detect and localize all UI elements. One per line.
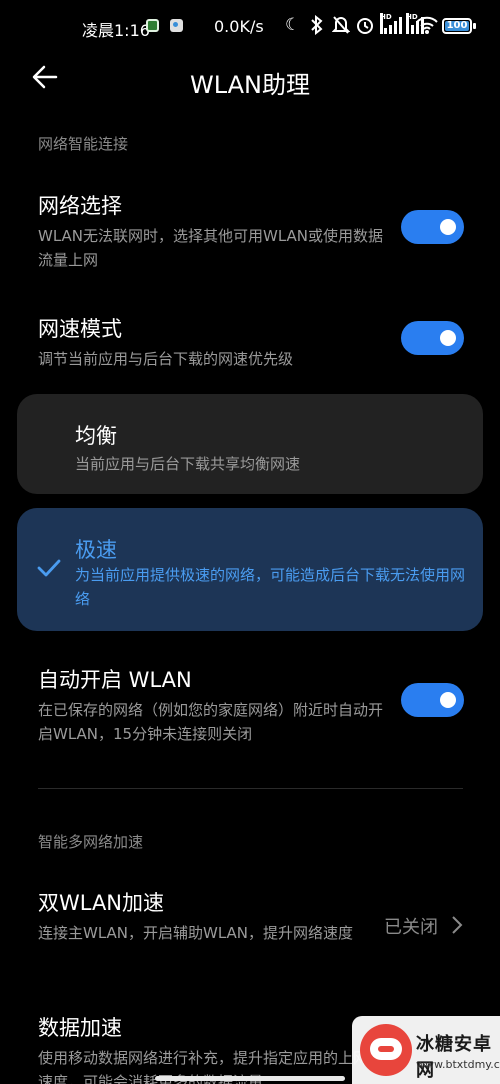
watermark: 冰糖安卓网 www.btxtdmy.com <box>352 1016 500 1084</box>
mute-bell-icon <box>331 15 351 40</box>
wifi-icon <box>416 15 438 40</box>
option-subtitle: 为当前应用提供极速的网络，可能造成后台下载无法使用网络 <box>75 566 466 608</box>
toggle-knob <box>440 330 456 346</box>
network-select-title: 网络选择 <box>38 194 122 218</box>
data-boost-title: 数据加速 <box>38 1016 122 1040</box>
battery-tip <box>473 23 476 29</box>
network-select-subtitle: WLAN无法联网时，选择其他可用WLAN或使用数据流量上网 <box>38 227 384 269</box>
auto-wlan-row[interactable]: 自动开启 WLAN 在已保存的网络（例如您的家庭网络）附近时自动开启WLAN，1… <box>0 664 500 744</box>
check-icon <box>37 559 61 577</box>
chevron-right-icon <box>452 916 463 934</box>
option-title: 极速 <box>75 538 117 562</box>
dual-wlan-value: 已关闭 <box>384 917 438 938</box>
auto-wlan-title: 自动开启 WLAN <box>38 668 192 692</box>
signal-hd-icon: HD <box>380 13 402 34</box>
speed-option-turbo[interactable]: 极速 为当前应用提供极速的网络，可能造成后台下载无法使用网络 <box>17 508 483 631</box>
speed-option-balanced[interactable]: 均衡 当前应用与后台下载共享均衡网速 <box>17 394 483 494</box>
status-time: 凌晨1:16 <box>82 21 150 40</box>
dual-wlan-title: 双WLAN加速 <box>38 891 165 915</box>
network-select-toggle[interactable] <box>401 210 464 244</box>
auto-wlan-subtitle: 在已保存的网络（例如您的家庭网络）附近时自动开启WLAN，15分钟未连接则关闭 <box>38 701 384 743</box>
bluetooth-icon <box>310 14 324 40</box>
option-title: 均衡 <box>75 424 117 448</box>
home-indicator[interactable] <box>155 1076 345 1081</box>
divider <box>38 788 463 789</box>
moon-icon: ☾ <box>285 15 301 35</box>
alarm-icon <box>356 15 374 40</box>
status-bar: 凌晨1:16 0.0K/s ☾ HD HD 100 <box>0 0 500 56</box>
shield-notification-icon <box>146 19 159 32</box>
speed-mode-title: 网速模式 <box>38 317 122 341</box>
option-subtitle: 当前应用与后台下载共享均衡网速 <box>75 455 301 473</box>
auto-wlan-toggle[interactable] <box>401 683 464 717</box>
watermark-logo-icon <box>360 1024 412 1076</box>
section-label-smart-connect: 网络智能连接 <box>38 135 129 153</box>
speed-mode-row[interactable]: 网速模式 调节当前应用与后台下载的网速优先级 <box>0 313 500 369</box>
battery-level: 100 <box>445 20 469 31</box>
section-label-multi-network: 智能多网络加速 <box>38 833 144 851</box>
speed-mode-toggle[interactable] <box>401 321 464 355</box>
app-notification-icon <box>170 19 183 32</box>
watermark-url: www.btxtdmy.com <box>416 1058 500 1071</box>
watermark-name: 冰糖安卓网 <box>416 1034 492 1081</box>
toggle-knob <box>440 219 456 235</box>
dual-wlan-subtitle: 连接主WLAN，开启辅助WLAN，提升网络速度 <box>38 924 354 942</box>
toggle-knob <box>440 692 456 708</box>
battery-icon: 100 <box>442 18 472 34</box>
dual-wlan-row[interactable]: 双WLAN加速 连接主WLAN，开启辅助WLAN，提升网络速度 已关闭 <box>0 887 500 967</box>
network-select-row[interactable]: 网络选择 WLAN无法联网时，选择其他可用WLAN或使用数据流量上网 <box>0 190 500 270</box>
network-speed: 0.0K/s <box>214 17 264 36</box>
speed-mode-subtitle: 调节当前应用与后台下载的网速优先级 <box>38 350 294 368</box>
page-title: WLAN助理 <box>189 71 311 99</box>
app-header: WLAN助理 <box>0 56 500 106</box>
